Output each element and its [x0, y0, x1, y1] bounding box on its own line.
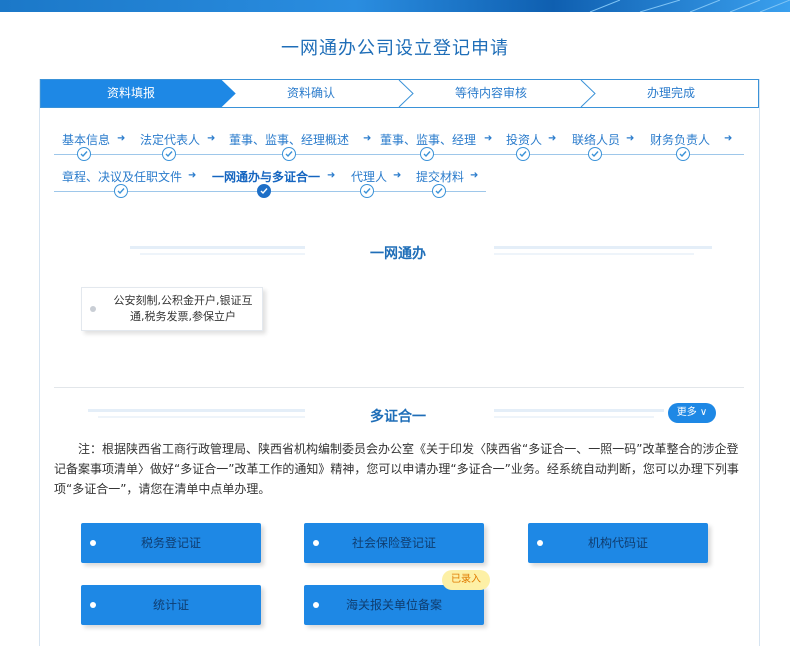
section-deco — [494, 253, 694, 255]
substep-contact[interactable]: 联络人员 — [572, 131, 620, 148]
substep-finance[interactable]: 财务负责人 — [650, 131, 710, 148]
arrow-icon: ➜ — [626, 133, 635, 144]
section-deco — [88, 409, 305, 412]
arrow-icon: ➜ — [207, 133, 216, 144]
item-tax-registration[interactable]: 税务登记证 — [81, 523, 261, 563]
check-icon — [282, 147, 296, 161]
arrow-icon: ➜ — [724, 133, 733, 144]
section-deco — [140, 253, 305, 255]
check-icon — [432, 184, 446, 198]
substep-basic-info[interactable]: 基本信息 — [62, 131, 110, 148]
item-label: 统计证 — [152, 598, 189, 612]
item-customs-filing[interactable]: 海关报关单位备案 — [304, 585, 484, 625]
substep-legal-rep[interactable]: 法定代表人 — [140, 131, 200, 148]
item-label: 税务登记证 — [140, 536, 201, 550]
substep-line — [54, 154, 744, 155]
substep-submit[interactable]: 提交材料 — [416, 168, 464, 185]
arrow-icon: ➜ — [327, 170, 336, 181]
step-separators — [220, 80, 596, 107]
substep-one-network[interactable]: 一网通办与多证合一 — [212, 168, 320, 185]
item-org-code[interactable]: 机构代码证 — [528, 523, 708, 563]
more-button[interactable]: 更多 ∨ — [668, 403, 716, 423]
section-deco — [130, 246, 305, 249]
arrow-icon: ➜ — [188, 170, 197, 181]
item-statistics[interactable]: 统计证 — [81, 585, 261, 625]
arrow-icon: ➜ — [548, 133, 557, 144]
check-icon — [77, 147, 91, 161]
main-container: 资料填报 资料确认 等待内容审核 办理完成 基本信息 ➜ 法定代表人 ➜ 董事、… — [39, 79, 760, 646]
item-label: 海关报关单位备案 — [345, 598, 442, 612]
arrow-icon: ➜ — [484, 133, 493, 144]
bullet-icon — [90, 540, 96, 546]
section-deco — [494, 246, 712, 249]
item-label: 机构代码证 — [587, 536, 648, 550]
check-icon — [676, 147, 690, 161]
item-label: 社会保险登记证 — [351, 536, 436, 550]
check-current-icon — [257, 184, 271, 198]
substep-directors-overview[interactable]: 董事、监事、经理概述 — [229, 131, 349, 148]
check-icon — [516, 147, 530, 161]
section-deco — [494, 416, 654, 418]
bullet-icon — [537, 540, 543, 546]
substep-agent[interactable]: 代理人 — [351, 168, 387, 185]
arrow-icon: ➜ — [393, 170, 402, 181]
substep-investor[interactable]: 投资人 — [506, 131, 542, 148]
arrow-icon: ➜ — [117, 133, 126, 144]
substep-articles[interactable]: 章程、决议及任职文件 — [62, 168, 182, 185]
bullet-icon — [313, 602, 319, 608]
bullet-icon — [90, 602, 96, 608]
bullet-icon — [313, 540, 319, 546]
section-title-duozheng: 多证合一 — [370, 409, 426, 425]
check-icon — [420, 147, 434, 161]
section-divider — [54, 387, 744, 388]
notice-text: 注：根据陕西省工商行政管理局、陕西省机构编制委员会办公室《关于印发〈陕西省“多证… — [54, 442, 739, 496]
arrow-icon: ➜ — [363, 133, 372, 144]
section-deco — [494, 409, 664, 412]
check-icon — [162, 147, 176, 161]
progress-stepbar: 资料填报 资料确认 等待内容审核 办理完成 — [40, 79, 759, 108]
status-badge: 已录入 — [442, 570, 490, 590]
substep-directors[interactable]: 董事、监事、经理 — [380, 131, 476, 148]
service-card-yiwang[interactable]: 公安刻制,公积金开户,银证互通,税务发票,参保立户 — [81, 287, 263, 331]
check-icon — [360, 184, 374, 198]
check-icon — [114, 184, 128, 198]
check-icon — [588, 147, 602, 161]
item-social-insurance[interactable]: 社会保险登记证 — [304, 523, 484, 563]
section-deco — [98, 416, 305, 418]
bullet-icon — [90, 306, 96, 312]
arrow-icon: ➜ — [470, 170, 479, 181]
section-title-yiwang: 一网通办 — [370, 246, 426, 262]
service-card-text: 公安刻制,公积金开户,银证互通,税务发票,参保立户 — [113, 294, 253, 323]
page-title: 一网通办公司设立登记申请 — [281, 38, 509, 59]
top-banner — [0, 0, 790, 12]
